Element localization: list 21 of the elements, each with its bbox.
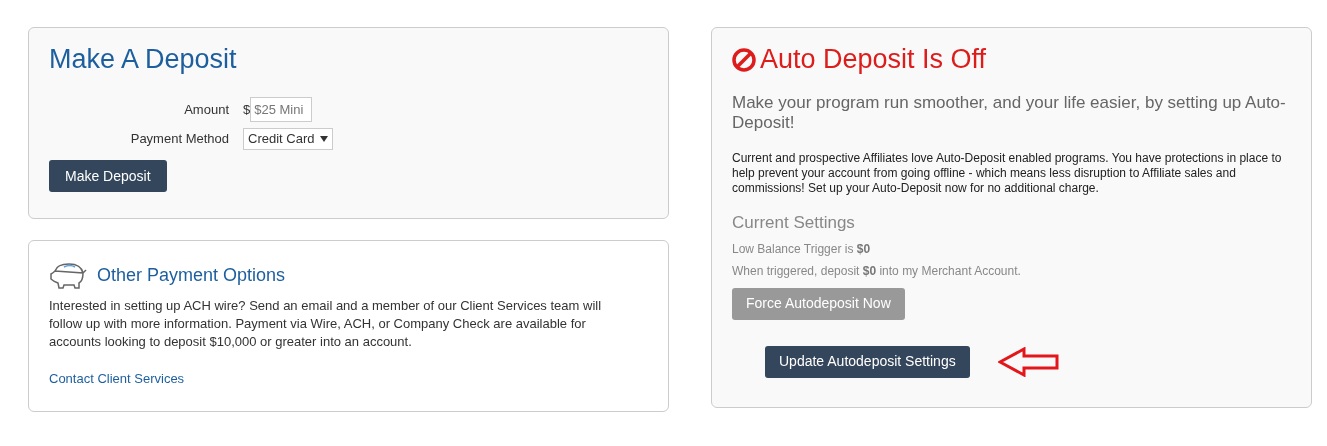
amount-field[interactable]: $25 Mini [250, 97, 313, 122]
payment-method-select[interactable]: Credit Card [243, 128, 334, 150]
contact-link[interactable]: Contact Client Services [49, 369, 185, 389]
update-button[interactable]: Update Autodeposit Settings [765, 345, 970, 378]
make-deposit-button[interactable]: Make Deposit [49, 160, 167, 192]
card-title: Make A Deposit [49, 46, 237, 73]
section-title: Current Settings [732, 212, 856, 234]
currency-label: $ [243, 100, 251, 119]
card-title: Auto Deposit Is Off [760, 46, 987, 73]
description-text: Current and prospective Affiliates love Auto-Deposit enabled programs. You have protections in place to help prevent your account from going offline - which means less disruption to Affiliate sales and commissions! Set up your Auto-Deposit now for no additional charge. [732, 151, 1283, 196]
arrow-icon [997, 346, 1060, 377]
caret-icon [320, 136, 329, 142]
field-label: Payment Method [130, 130, 229, 149]
card-title: Other Payment Options [97, 263, 286, 287]
setting-text: When triggered, deposit $0 into my Merchant Account. [732, 262, 1021, 280]
field-label: Amount [184, 100, 229, 119]
setting-text: Low Balance Trigger is $0 [732, 240, 871, 258]
prohibited-icon [732, 47, 756, 72]
subtitle-text: Make your program run smoother, and your life easier, by setting up Auto-Deposit! [732, 93, 1287, 133]
description-text: Interested in setting up ACH wire? Send an email and a member of our Client Services team will follow up with more information. Payment via Wire, ACH, or Company Check are available for accounts looking to deposit $10,000 or greater into an account. [49, 297, 603, 351]
piggy-bank-icon [49, 261, 89, 289]
